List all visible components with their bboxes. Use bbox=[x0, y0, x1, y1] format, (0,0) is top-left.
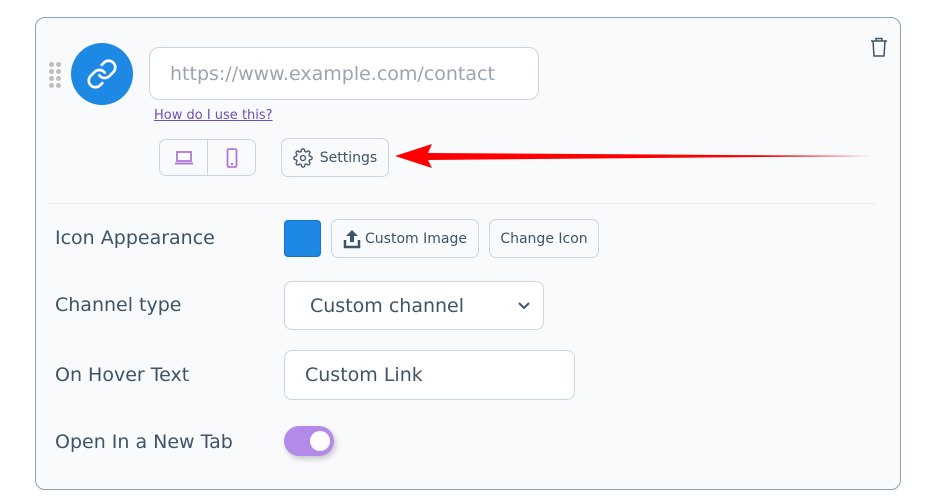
new-tab-toggle[interactable] bbox=[284, 426, 334, 456]
settings-label: Settings bbox=[319, 149, 378, 166]
toggle-knob bbox=[310, 431, 330, 451]
channel-type-value: Custom channel bbox=[310, 294, 465, 317]
change-icon-label: Change Icon bbox=[500, 230, 588, 247]
help-link[interactable]: How do I use this? bbox=[154, 108, 273, 123]
link-icon bbox=[87, 59, 117, 89]
channel-type-select[interactable]: Custom channel bbox=[284, 281, 544, 330]
new-tab-label: Open In a New Tab bbox=[55, 431, 233, 453]
mobile-phone-icon bbox=[226, 147, 237, 168]
divider bbox=[49, 203, 875, 204]
drag-handle-icon[interactable] bbox=[49, 62, 61, 88]
trash-icon[interactable] bbox=[869, 36, 889, 58]
upload-icon bbox=[343, 229, 361, 248]
hover-text-label: On Hover Text bbox=[55, 364, 190, 386]
settings-button[interactable]: Settings bbox=[281, 138, 389, 177]
custom-image-label: Custom Image bbox=[365, 230, 467, 247]
channel-icon-button[interactable] bbox=[71, 43, 133, 105]
chevron-down-icon bbox=[518, 301, 530, 309]
change-icon-button[interactable]: Change Icon bbox=[489, 219, 599, 258]
url-input[interactable] bbox=[149, 47, 539, 100]
hover-text-input[interactable] bbox=[284, 350, 575, 400]
gear-icon bbox=[293, 147, 313, 168]
laptop-icon bbox=[174, 150, 193, 164]
desktop-button[interactable] bbox=[160, 140, 207, 175]
icon-color-swatch[interactable] bbox=[284, 220, 321, 257]
icon-appearance-label: Icon Appearance bbox=[55, 227, 215, 249]
channel-type-label: Channel type bbox=[55, 294, 182, 316]
mobile-button[interactable] bbox=[207, 140, 255, 175]
device-toggle-group bbox=[159, 139, 256, 176]
custom-image-button[interactable]: Custom Image bbox=[331, 219, 479, 258]
annotation-arrow bbox=[395, 144, 872, 168]
